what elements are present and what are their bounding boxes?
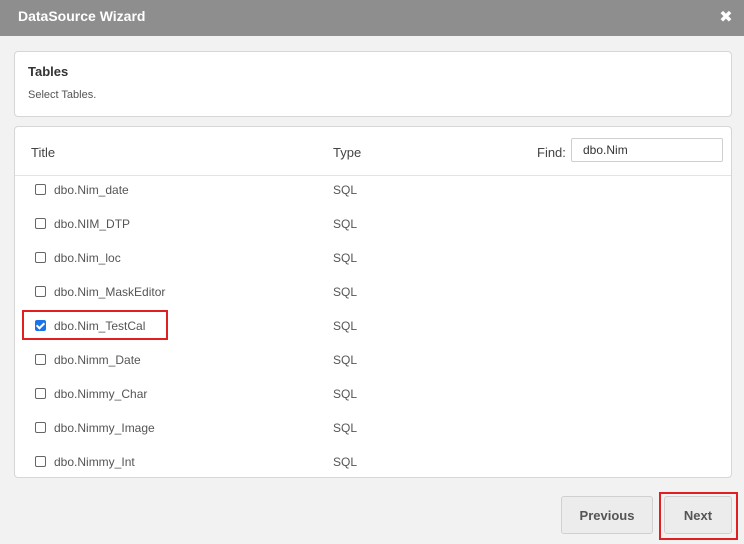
row-checkbox[interactable] xyxy=(35,252,46,263)
row-checkbox[interactable] xyxy=(35,286,46,297)
row-title: dbo.Nimm_Date xyxy=(54,353,141,367)
table-row[interactable]: dbo.Nimmy_Image SQL xyxy=(15,412,731,446)
previous-button[interactable]: Previous xyxy=(561,496,653,534)
row-title: dbo.Nim_TestCal xyxy=(54,319,146,333)
row-checkbox[interactable] xyxy=(35,184,46,195)
row-title: dbo.Nim_MaskEditor xyxy=(54,285,166,299)
row-title: dbo.Nimmy_Image xyxy=(54,421,155,435)
row-checkbox[interactable] xyxy=(35,320,46,331)
row-checkbox[interactable] xyxy=(35,354,46,365)
row-type: SQL xyxy=(333,421,358,435)
column-header-title[interactable]: Title xyxy=(31,145,55,160)
tables-heading: Tables xyxy=(28,64,69,79)
table-list: Title Type Find: dbo.Nim_dateSQLdbo.NIM_… xyxy=(14,126,732,478)
close-icon[interactable]: ✖ xyxy=(717,9,735,27)
table-row[interactable]: dbo.Nimm_Date SQL xyxy=(15,344,731,378)
row-type: SQL xyxy=(333,455,358,469)
table-row[interactable]: dbo.Nim_loc SQL xyxy=(15,242,731,276)
column-header-type[interactable]: Type xyxy=(333,145,361,160)
row-type: SQL xyxy=(333,251,358,265)
table-row[interactable]: dbo.Nim_TestCal SQL xyxy=(15,310,731,344)
row-title: dbo.Nim_loc xyxy=(54,251,121,265)
row-type: SQL xyxy=(333,353,358,367)
table-row[interactable]: dbo.Nim_MaskEditor SQL xyxy=(15,276,731,310)
table-row[interactable]: dbo.Nim_date SQL xyxy=(15,174,731,208)
row-checkbox[interactable] xyxy=(35,456,46,467)
row-checkbox[interactable] xyxy=(35,218,46,229)
table-row[interactable]: dbo.Nimmy_Int SQL xyxy=(15,446,731,477)
row-title: dbo.Nim_date xyxy=(54,183,129,197)
list-header: Title Type Find: xyxy=(15,127,731,176)
table-rows: dbo.Nim_date SQL dbo.NIM_DTP SQL dbo.Nim_loc… xyxy=(15,174,731,477)
window-title: DataSource Wizard xyxy=(18,8,146,24)
row-type: SQL xyxy=(333,183,358,197)
row-type: SQL xyxy=(333,285,358,299)
next-button[interactable]: Next xyxy=(664,496,732,534)
tables-panel: Tables Select Tables. xyxy=(14,51,732,117)
table-row[interactable]: dbo.Nimmy_Char SQL xyxy=(15,378,731,412)
row-checkbox[interactable] xyxy=(35,388,46,399)
title-bar: DataSource Wizard ✖ xyxy=(0,0,744,36)
row-title: dbo.NIM_DTP xyxy=(54,217,131,231)
row-title: dbo.Nimmy_Char xyxy=(54,387,148,401)
find-input[interactable] xyxy=(571,138,723,162)
row-type: SQL xyxy=(333,387,358,401)
row-type: SQL xyxy=(333,319,358,333)
row-type: SQL xyxy=(333,217,358,231)
row-checkbox[interactable] xyxy=(35,422,46,433)
tables-description: Select Tables. xyxy=(28,89,97,101)
table-row[interactable]: dbo.NIM_DTP SQL xyxy=(15,208,731,242)
find-label: Find: xyxy=(537,145,566,160)
row-title: dbo.Nimmy_Int xyxy=(54,455,135,469)
